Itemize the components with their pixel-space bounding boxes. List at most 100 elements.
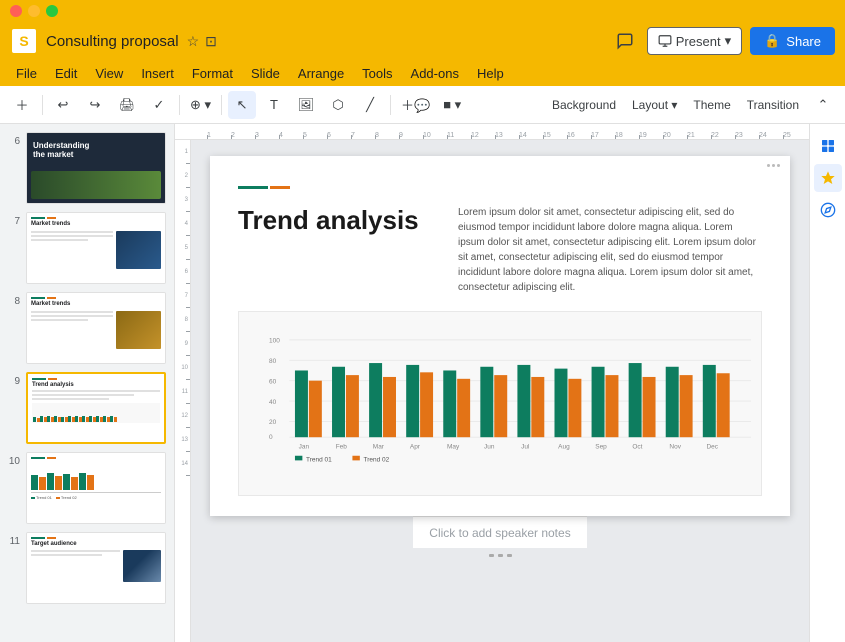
svg-text:Jan: Jan [299,443,310,450]
slide-number: 8 [8,296,20,307]
present-button[interactable]: Present ▾ [647,27,742,55]
ruler-vertical: 1 2 3 4 5 6 7 8 9 10 11 12 13 14 [175,140,191,642]
svg-text:60: 60 [269,378,277,385]
zoom-button[interactable]: ⊕ ▾ [186,91,215,119]
menu-addons[interactable]: Add-ons [403,64,467,83]
layout-button[interactable]: Layout ▾ [626,91,683,119]
shapes-tool[interactable]: ⬡ [324,91,352,119]
slide-canvas[interactable]: Trend analysis Lorem ipsum dolor sit ame… [191,140,809,642]
notes-placeholder: Click to add speaker notes [429,526,570,540]
star-icon[interactable]: ☆ [187,33,200,50]
compass-panel-button[interactable] [814,196,842,224]
print-button[interactable]: 🖨 [113,91,141,119]
slide-number: 7 [8,216,20,227]
minimize-button[interactable] [28,5,40,17]
slide-item-active[interactable]: 9 Trend analysis [4,368,170,448]
line-green [238,186,268,189]
svg-text:Dec: Dec [707,443,719,450]
slides-panel-button[interactable] [814,132,842,160]
menu-insert[interactable]: Insert [133,64,182,83]
main-slide[interactable]: Trend analysis Lorem ipsum dolor sit ame… [210,156,790,516]
svg-text:Apr: Apr [410,443,421,450]
slide-number: 10 [8,456,20,467]
slide-thumbnail-active[interactable]: Trend analysis [26,372,166,444]
svg-text:Oct: Oct [632,443,642,450]
header: S Consulting proposal ☆ ⊡ Present ▾ 🔒 Sh… [0,22,845,60]
line-tool[interactable]: ╱ [356,91,384,119]
slide-thumbnail[interactable]: Target audience [26,532,166,604]
svg-text:Jul: Jul [521,443,529,450]
slides-logo: S [12,29,36,53]
transition-button[interactable]: Transition [741,91,805,119]
theme-button[interactable]: Theme [687,91,736,119]
line-orange [270,186,290,189]
menu-slide[interactable]: Slide [243,64,288,83]
canvas-area: 1 2 3 4 5 6 7 8 9 10 11 12 13 14 15 16 1… [175,124,809,642]
share-label: Share [786,34,821,49]
star-panel-button[interactable] [814,164,842,192]
color-tool[interactable]: ■ ▾ [438,91,466,119]
slide-accent-lines [238,186,762,189]
undo-button[interactable]: ↩ [49,91,77,119]
present-dropdown-icon: ▾ [725,33,732,49]
ruler-marks: 1 2 3 4 5 6 7 8 9 10 11 12 13 14 15 16 1… [207,132,807,139]
slide-thumbnail[interactable]: Market trends [26,212,166,284]
divider-4 [390,95,391,115]
slide-panel: 6 Understandingthe market Understandingt… [0,124,175,642]
slide-body-text: Lorem ipsum dolor sit amet, consectetur … [458,205,762,295]
svg-text:May: May [447,443,460,450]
doc-title: Consulting proposal [46,33,179,50]
background-button[interactable]: Background [546,91,622,119]
slide-number: 11 [8,536,20,547]
toolbar: ＋ ↩ ↪ 🖨 ✓ ⊕ ▾ ↖ T 🖼 ⬡ ╱ ＋💬 ■ ▾ Backgroun… [0,86,845,124]
speaker-notes[interactable]: Click to add speaker notes [413,516,586,548]
right-sidebar [809,124,845,642]
header-actions: Present ▾ 🔒 Share [611,27,835,55]
comment-tool[interactable]: ＋💬 [397,91,434,119]
collapse-toolbar-button[interactable]: ⌃ [809,91,837,119]
slide-item[interactable]: 6 Understandingthe market Understandingt… [4,128,170,208]
slide-item[interactable]: 10 [4,448,170,528]
chart-area: 100 80 60 40 20 0 [238,311,762,496]
svg-text:20: 20 [269,419,277,426]
slide-item[interactable]: 7 Market trends [4,208,170,288]
slide-thumbnail[interactable]: Understandingthe market Understandingthe… [26,132,166,204]
divider-2 [179,95,180,115]
spellcheck-button[interactable]: ✓ [145,91,173,119]
bottom-scroll-dots [489,554,512,557]
menu-edit[interactable]: Edit [47,64,85,83]
menu-view[interactable]: View [87,64,131,83]
image-tool[interactable]: 🖼 [292,91,320,119]
menu-help[interactable]: Help [469,64,512,83]
menubar: File Edit View Insert Format Slide Arran… [0,60,845,86]
svg-text:Jun: Jun [484,443,495,450]
menu-file[interactable]: File [8,64,45,83]
folder-icon[interactable]: ⊡ [205,33,217,50]
share-button[interactable]: 🔒 Share [750,27,835,55]
slide-number: 6 [8,136,20,147]
slide-item[interactable]: 8 Market trends [4,288,170,368]
menu-arrange[interactable]: Arrange [290,64,352,83]
slide-item[interactable]: 11 Target audience [4,528,170,608]
menu-format[interactable]: Format [184,64,241,83]
close-button[interactable] [10,5,22,17]
toolbar-right: Background Layout ▾ Theme Transition ⌃ [546,91,837,119]
slide-title: Trend analysis [238,205,438,236]
svg-text:Trend 02: Trend 02 [364,456,390,463]
textbox-tool[interactable]: T [260,91,288,119]
redo-button[interactable]: ↪ [81,91,109,119]
slide-body: Trend analysis Lorem ipsum dolor sit ame… [210,156,790,516]
comment-button[interactable] [611,27,639,55]
maximize-button[interactable] [46,5,58,17]
slide-thumbnail[interactable]: Trend 01 Trend 02 [26,452,166,524]
add-button[interactable]: ＋ [8,91,36,119]
lock-icon: 🔒 [764,33,780,49]
svg-text:Aug: Aug [558,443,570,450]
main-area: 6 Understandingthe market Understandingt… [0,124,845,642]
slide-thumbnail[interactable]: Market trends [26,292,166,364]
canvas-with-ruler: 1 2 3 4 5 6 7 8 9 10 11 12 13 14 [175,140,809,642]
select-tool[interactable]: ↖ [228,91,256,119]
menu-tools[interactable]: Tools [354,64,400,83]
divider-1 [42,95,43,115]
svg-text:Sep: Sep [595,443,607,450]
